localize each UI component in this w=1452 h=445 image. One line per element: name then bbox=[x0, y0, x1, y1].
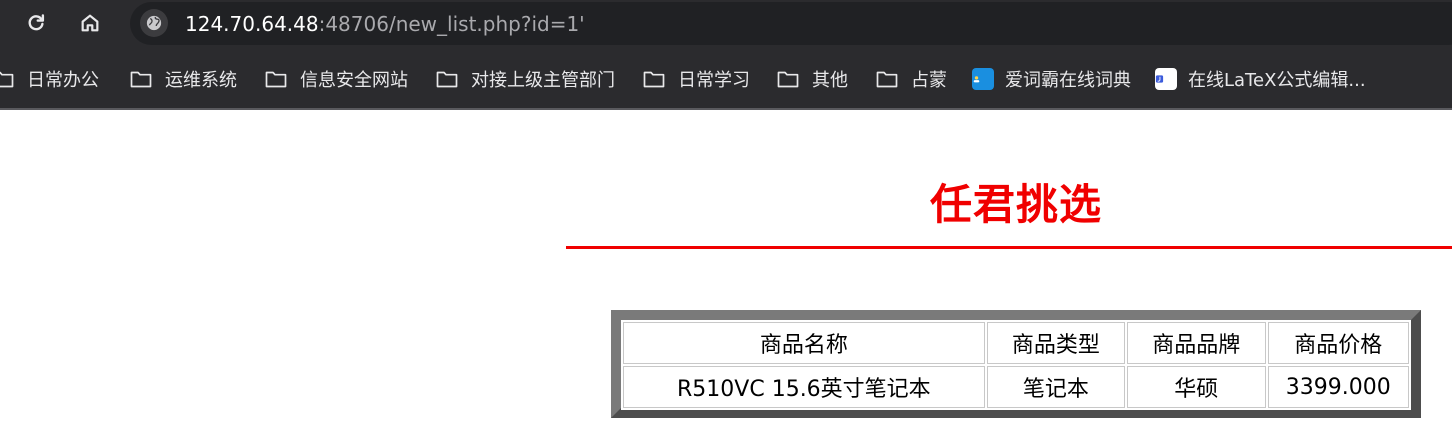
bookmark-ops-system[interactable]: 运维系统 bbox=[130, 66, 237, 92]
folder-icon bbox=[777, 71, 799, 88]
bookmark-label: 日常办公 bbox=[27, 70, 99, 91]
bookmark-daily-office[interactable]: 日常办公 bbox=[0, 66, 99, 92]
bookmark-label: 占蒙 bbox=[911, 70, 947, 91]
bookmark-superior-dept[interactable]: 对接上级主管部门 bbox=[436, 66, 615, 92]
folder-icon bbox=[0, 71, 14, 88]
cell-product-name: R510VC 15.6英寸笔记本 bbox=[623, 366, 985, 408]
folder-icon bbox=[876, 71, 898, 88]
bookmark-label: 运维系统 bbox=[165, 70, 237, 91]
bookmark-label: 日常学习 bbox=[678, 70, 750, 91]
bookmark-daily-study[interactable]: 日常学习 bbox=[643, 66, 750, 92]
product-table: 商品名称 商品类型 商品品牌 商品价格 R510VC 15.6英寸笔记本 笔记本… bbox=[611, 310, 1421, 418]
bookmark-other[interactable]: 其他 bbox=[777, 66, 848, 92]
bookmarks-bar: 日常办公 运维系统 信息安全网站 对接上级主管部门 日常学习 其他 占蒙 爱词霸… bbox=[0, 55, 1452, 103]
bookmark-label: 信息安全网站 bbox=[300, 70, 408, 91]
url-path: :48706/new_list.php?id=1' bbox=[318, 12, 585, 36]
cell-product-brand: 华硕 bbox=[1127, 366, 1266, 408]
browser-chrome: 124.70.64.48:48706/new_list.php?id=1' 日常… bbox=[0, 0, 1452, 110]
folder-icon bbox=[643, 71, 665, 88]
header-product-type: 商品类型 bbox=[986, 322, 1126, 364]
bookmark-label: 对接上级主管部门 bbox=[471, 70, 615, 91]
cell-product-type: 笔记本 bbox=[986, 366, 1126, 408]
header-product-name: 商品名称 bbox=[623, 322, 985, 364]
bookmark-latex-editor[interactable]: 在线LaTeX公式编辑... bbox=[1155, 66, 1366, 92]
bookmark-label: 爱词霸在线词典 bbox=[1005, 70, 1131, 91]
navigation-bar: 124.70.64.48:48706/new_list.php?id=1' bbox=[0, 0, 1452, 47]
address-bar[interactable]: 124.70.64.48:48706/new_list.php?id=1' bbox=[130, 2, 1452, 45]
header-product-brand: 商品品牌 bbox=[1127, 322, 1266, 364]
chrome-divider bbox=[0, 108, 1452, 110]
cell-product-price: 3399.000 bbox=[1267, 366, 1409, 408]
bookmark-security-sites[interactable]: 信息安全网站 bbox=[265, 66, 408, 92]
page-title: 任君挑选 bbox=[929, 180, 1102, 229]
product-table-grid: 商品名称 商品类型 商品品牌 商品价格 R510VC 15.6英寸笔记本 笔记本… bbox=[621, 320, 1411, 410]
title-underline bbox=[566, 246, 1452, 249]
folder-icon bbox=[265, 71, 287, 88]
bookmark-label: 其他 bbox=[812, 70, 848, 91]
bookmark-zhanmeng[interactable]: 占蒙 bbox=[876, 66, 947, 92]
site-info-button[interactable] bbox=[140, 9, 168, 37]
folder-icon bbox=[436, 71, 458, 88]
latex-favicon bbox=[1155, 68, 1177, 90]
globe-icon bbox=[146, 15, 162, 31]
header-product-price: 商品价格 bbox=[1267, 322, 1409, 364]
iciba-favicon bbox=[972, 68, 994, 90]
reload-button[interactable] bbox=[18, 5, 54, 41]
reload-icon bbox=[28, 14, 45, 31]
url-text[interactable]: 124.70.64.48:48706/new_list.php?id=1' bbox=[185, 11, 585, 37]
table-header-row: 商品名称 商品类型 商品品牌 商品价格 bbox=[623, 322, 1409, 364]
home-icon bbox=[81, 14, 99, 32]
url-host: 124.70.64.48 bbox=[185, 12, 319, 36]
home-button[interactable] bbox=[72, 5, 108, 41]
bookmark-label: 在线LaTeX公式编辑... bbox=[1188, 70, 1366, 91]
table-row: R510VC 15.6英寸笔记本 笔记本 华硕 3399.000 bbox=[623, 366, 1409, 408]
folder-icon bbox=[130, 71, 152, 88]
bookmark-iciba[interactable]: 爱词霸在线词典 bbox=[972, 66, 1131, 92]
